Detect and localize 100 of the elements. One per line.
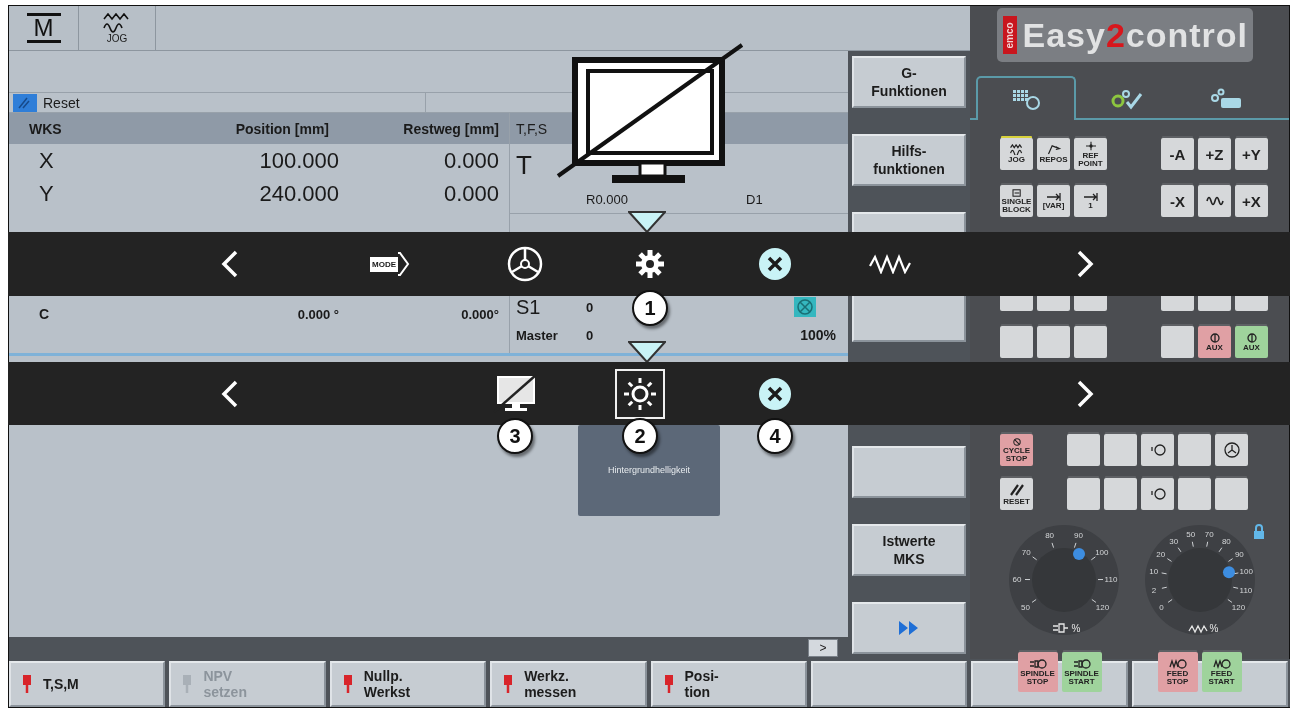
panel-key[interactable]: SINGLE BLOCK bbox=[1000, 185, 1033, 217]
panel-key[interactable]: FEED STOP bbox=[1157, 652, 1198, 692]
column-header: Position [mm] bbox=[235, 120, 329, 137]
selected-menu-button[interactable] bbox=[615, 368, 665, 419]
zigzag-icon bbox=[1168, 658, 1187, 669]
pointer-icon bbox=[628, 211, 666, 233]
tool-letter: T bbox=[516, 149, 532, 181]
drop-circle-icon bbox=[1148, 487, 1167, 501]
zigzag-icon bbox=[869, 254, 911, 274]
more-softkey[interactable] bbox=[852, 602, 966, 654]
circle-symbol-icon bbox=[1209, 332, 1220, 343]
wheel-icon bbox=[506, 245, 544, 283]
gears-check-icon bbox=[1109, 88, 1143, 110]
drop-circle-icon bbox=[1148, 443, 1167, 457]
icon-key[interactable] bbox=[1141, 434, 1174, 466]
mode-label: MODE bbox=[370, 256, 398, 272]
status-text: Reset bbox=[43, 94, 80, 111]
axis-name: Y bbox=[39, 180, 54, 207]
icon-key[interactable] bbox=[1198, 185, 1231, 217]
spindle-icon bbox=[1072, 658, 1091, 669]
panel-key[interactable]: REPOS bbox=[1037, 138, 1070, 170]
icon-key[interactable] bbox=[1141, 478, 1174, 510]
table-cell: 0.000 bbox=[443, 180, 499, 207]
softkey[interactable]: Istwerte MKS bbox=[852, 524, 966, 576]
close-icon bbox=[758, 247, 792, 281]
reset-status-icon bbox=[13, 93, 37, 112]
spindle-name: S1 bbox=[516, 295, 541, 319]
spindle-icon bbox=[1051, 622, 1070, 634]
panel-key[interactable]: [VAR] bbox=[1037, 185, 1070, 217]
block-icon bbox=[1010, 188, 1023, 197]
keypad-icon bbox=[1011, 88, 1041, 110]
skip-arrow-icon bbox=[1045, 192, 1062, 201]
menu-button[interactable]: MODE bbox=[368, 249, 412, 279]
panel-key[interactable]: CYCLE STOP bbox=[1000, 434, 1033, 466]
double-chevron-icon bbox=[898, 620, 920, 636]
dial-unit: % bbox=[1209, 623, 1219, 634]
axis-key[interactable]: -A bbox=[1161, 138, 1194, 170]
menu-button[interactable] bbox=[867, 252, 913, 276]
axis-key[interactable]: -X bbox=[1161, 185, 1194, 217]
pointer-icon bbox=[628, 341, 666, 363]
axis-key[interactable]: +X bbox=[1235, 185, 1268, 217]
column-header: Restweg [mm] bbox=[403, 120, 499, 137]
stop-symbol-icon bbox=[1010, 437, 1023, 446]
master-speed: 0 bbox=[586, 327, 594, 343]
spindle-icon bbox=[1028, 658, 1047, 669]
machine-button[interactable]: M bbox=[26, 13, 61, 43]
axis-name: C bbox=[39, 306, 50, 322]
circle-symbol-icon bbox=[1246, 332, 1257, 343]
softkey[interactable]: Hilfs- funktionen bbox=[852, 134, 966, 186]
icon-key[interactable] bbox=[1215, 434, 1248, 466]
menu-button[interactable] bbox=[633, 247, 667, 281]
softkey[interactable]: T,S,M bbox=[9, 661, 166, 707]
panel-key[interactable]: AUX bbox=[1235, 326, 1268, 358]
table-cell: 0.000 bbox=[443, 147, 499, 174]
tile-label: Hintergrundhelligkeit bbox=[607, 465, 690, 477]
softkey[interactable]: Posi- tion bbox=[650, 661, 807, 707]
menu-button[interactable] bbox=[756, 245, 794, 283]
skip-arrow-icon bbox=[1082, 192, 1099, 201]
path-icon bbox=[1045, 144, 1062, 155]
spindle-label: Master bbox=[516, 327, 558, 343]
panel-key[interactable]: REF POINT bbox=[1074, 138, 1107, 170]
double-slash-icon bbox=[1008, 482, 1025, 497]
panel-key[interactable]: 1 bbox=[1074, 185, 1107, 217]
zigzag-icon bbox=[1187, 623, 1208, 634]
panel-key[interactable]: FEED START bbox=[1201, 652, 1242, 692]
chevron-right-icon bbox=[1075, 378, 1095, 409]
sun-icon bbox=[623, 376, 657, 411]
softkey[interactable]: Werkz. messen bbox=[490, 661, 647, 707]
zigzag-icon bbox=[1212, 658, 1231, 669]
wave-icon bbox=[1205, 194, 1224, 208]
table-cell: 0.000 ° bbox=[297, 306, 339, 322]
panel-key[interactable]: AUX bbox=[1198, 326, 1231, 358]
softkey[interactable]: G- Funktionen bbox=[852, 56, 966, 108]
callout-number: 4 bbox=[757, 418, 793, 454]
mode-label: JOG bbox=[106, 32, 128, 44]
softkey[interactable]: Nullp. Werkst bbox=[329, 661, 487, 707]
axis-key[interactable]: +Z bbox=[1198, 138, 1231, 170]
panel-tab[interactable] bbox=[976, 76, 1076, 120]
axis-key[interactable]: +Y bbox=[1235, 138, 1268, 170]
panel-key[interactable]: SPINDLE START bbox=[1061, 652, 1102, 692]
callout-number: 3 bbox=[497, 418, 533, 454]
panel-key[interactable]: SPINDLE STOP bbox=[1017, 652, 1058, 692]
scroll-button[interactable]: > bbox=[808, 639, 838, 657]
wave-icon bbox=[102, 12, 132, 33]
panel-key[interactable]: RESET bbox=[1000, 478, 1033, 510]
settings-icon bbox=[635, 249, 665, 279]
table-cell: 240.000 bbox=[259, 180, 339, 207]
spindle-speed: 0 bbox=[586, 299, 594, 315]
brand-label: emco bbox=[1002, 16, 1017, 54]
dial-unit: % bbox=[1071, 622, 1081, 634]
chevron-left-icon bbox=[220, 378, 240, 409]
chevron-right-icon bbox=[1075, 249, 1095, 279]
logo-text: Easy2control bbox=[1022, 15, 1249, 55]
tool-edge: D1 bbox=[746, 192, 763, 207]
panel-key[interactable]: JOG bbox=[1000, 138, 1033, 170]
close-icon bbox=[758, 376, 792, 411]
tool-radius: R0.000 bbox=[586, 192, 628, 207]
table-cell: 0.000° bbox=[461, 306, 499, 322]
table-cell: 100.000 bbox=[259, 147, 339, 174]
spindle-status-icon bbox=[794, 297, 816, 317]
